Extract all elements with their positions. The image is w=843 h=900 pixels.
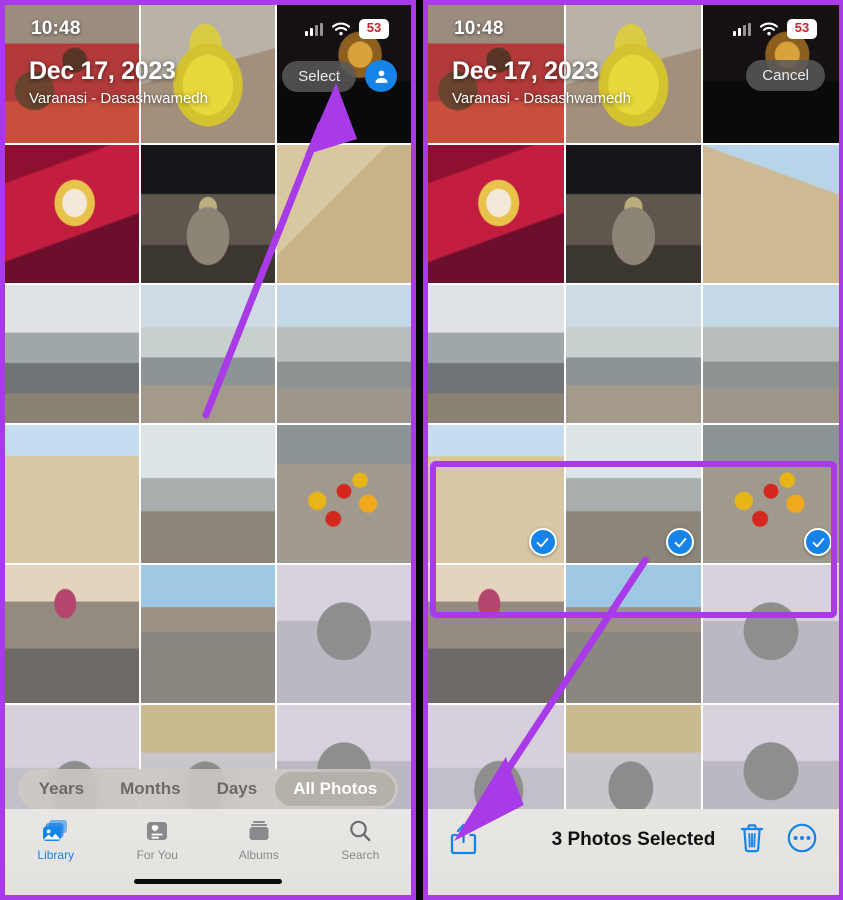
photo-cell[interactable] (5, 285, 139, 423)
photo-cell[interactable] (277, 565, 411, 703)
tab-for-you-label: For You (136, 848, 178, 862)
cancel-button[interactable]: Cancel (746, 60, 825, 91)
status-bar: 10:48 53 (5, 5, 411, 53)
header-actions: Select (282, 60, 397, 92)
photo-cell[interactable] (565, 565, 702, 703)
status-bar: 10:48 53 (428, 5, 839, 53)
photo-cell[interactable] (565, 145, 702, 283)
albums-icon (247, 818, 271, 844)
status-time: 10:48 (454, 18, 504, 39)
status-time: 10:48 (31, 18, 81, 39)
segment-days[interactable]: Days (199, 772, 276, 806)
tab-library-label: Library (37, 848, 75, 862)
segment-months[interactable]: Months (102, 772, 198, 806)
segment-years[interactable]: Years (21, 772, 102, 806)
photo-cell[interactable] (703, 565, 839, 703)
cellular-bars-icon (733, 22, 751, 36)
checkmark-icon (812, 537, 824, 547)
photo-cell[interactable] (428, 145, 564, 283)
photo-cell[interactable] (703, 285, 839, 423)
search-icon (348, 818, 372, 844)
photo-cell[interactable] (5, 425, 139, 563)
tab-search[interactable]: Search (310, 818, 412, 862)
photo-cell[interactable] (565, 285, 702, 423)
tab-for-you[interactable]: For You (107, 818, 209, 862)
tab-library[interactable]: Library (5, 818, 107, 862)
photo-cell[interactable] (277, 425, 411, 563)
right-photo-grid[interactable] (428, 5, 839, 895)
photo-cell[interactable] (5, 565, 139, 703)
date-title: Dec 17, 2023 (29, 57, 176, 85)
checkmark-icon (674, 537, 687, 547)
battery-indicator: 53 (359, 19, 389, 39)
tab-albums[interactable]: Albums (208, 818, 310, 862)
person-icon (374, 69, 388, 83)
date-location: Varanasi - Dasashwamedh (29, 89, 208, 107)
wifi-icon (332, 22, 350, 36)
date-header-text: Dec 17, 2023 Varanasi - Dasashwamedh (452, 57, 631, 107)
timeline-segmented-control-wrap: Years Months Days All Photos (5, 769, 411, 809)
photo-cell[interactable] (428, 565, 564, 703)
photo-cell-selected[interactable] (703, 425, 839, 563)
timeline-segmented-control[interactable]: Years Months Days All Photos (17, 769, 399, 809)
photo-cell[interactable] (703, 145, 839, 283)
photo-cell[interactable] (428, 285, 564, 423)
tab-bar: Library For You Albums Search (5, 809, 411, 895)
battery-indicator: 53 (787, 19, 817, 39)
photo-cell[interactable] (277, 145, 411, 283)
photo-cell[interactable] (277, 285, 411, 423)
photo-cell[interactable] (141, 145, 275, 283)
left-photo-grid[interactable] (5, 5, 411, 895)
left-phone-screen: 10:48 53 Dec 17, 2023 Varanasi - Dasashw… (5, 5, 411, 895)
header-actions: Cancel (746, 60, 825, 91)
status-indicators: 53 (305, 19, 389, 39)
date-header-text: Dec 17, 2023 Varanasi - Dasashwamedh (29, 57, 208, 107)
left-date-header: Dec 17, 2023 Varanasi - Dasashwamedh Sel… (5, 57, 411, 107)
right-date-header: Dec 17, 2023 Varanasi - Dasashwamedh Can… (428, 57, 839, 107)
home-indicator (134, 879, 282, 884)
selection-check-badge[interactable] (804, 528, 832, 556)
date-title: Dec 17, 2023 (452, 57, 599, 85)
date-location: Varanasi - Dasashwamedh (452, 89, 631, 107)
avatar[interactable] (365, 60, 397, 92)
segment-all-photos[interactable]: All Photos (275, 772, 396, 806)
photo-cell-selected[interactable] (565, 425, 702, 563)
for-you-icon (145, 818, 169, 844)
status-indicators: 53 (733, 19, 817, 39)
photo-cell[interactable] (5, 145, 139, 283)
selection-toolbar: 3 Photos Selected (428, 809, 839, 895)
cellular-bars-icon (305, 22, 323, 36)
tab-search-label: Search (341, 848, 380, 862)
selection-check-badge[interactable] (528, 528, 557, 556)
tab-albums-label: Albums (238, 848, 279, 862)
photo-cell-selected[interactable] (428, 425, 564, 563)
right-phone-panel: 10:48 53 Dec 17, 2023 Varanasi - Dasashw… (423, 0, 843, 900)
select-button[interactable]: Select (282, 60, 356, 92)
checkmark-icon (536, 537, 549, 547)
library-icon (42, 818, 69, 844)
screenshot-stage: 10:48 53 Dec 17, 2023 Varanasi - Dasashw… (0, 0, 843, 900)
selection-status-text: 3 Photos Selected (551, 829, 716, 850)
wifi-icon (760, 22, 778, 36)
photo-cell[interactable] (141, 425, 275, 563)
photo-cell[interactable] (141, 565, 275, 703)
right-phone-screen: 10:48 53 Dec 17, 2023 Varanasi - Dasashw… (428, 5, 839, 895)
photo-cell[interactable] (141, 285, 275, 423)
left-phone-panel: 10:48 53 Dec 17, 2023 Varanasi - Dasashw… (0, 0, 416, 900)
